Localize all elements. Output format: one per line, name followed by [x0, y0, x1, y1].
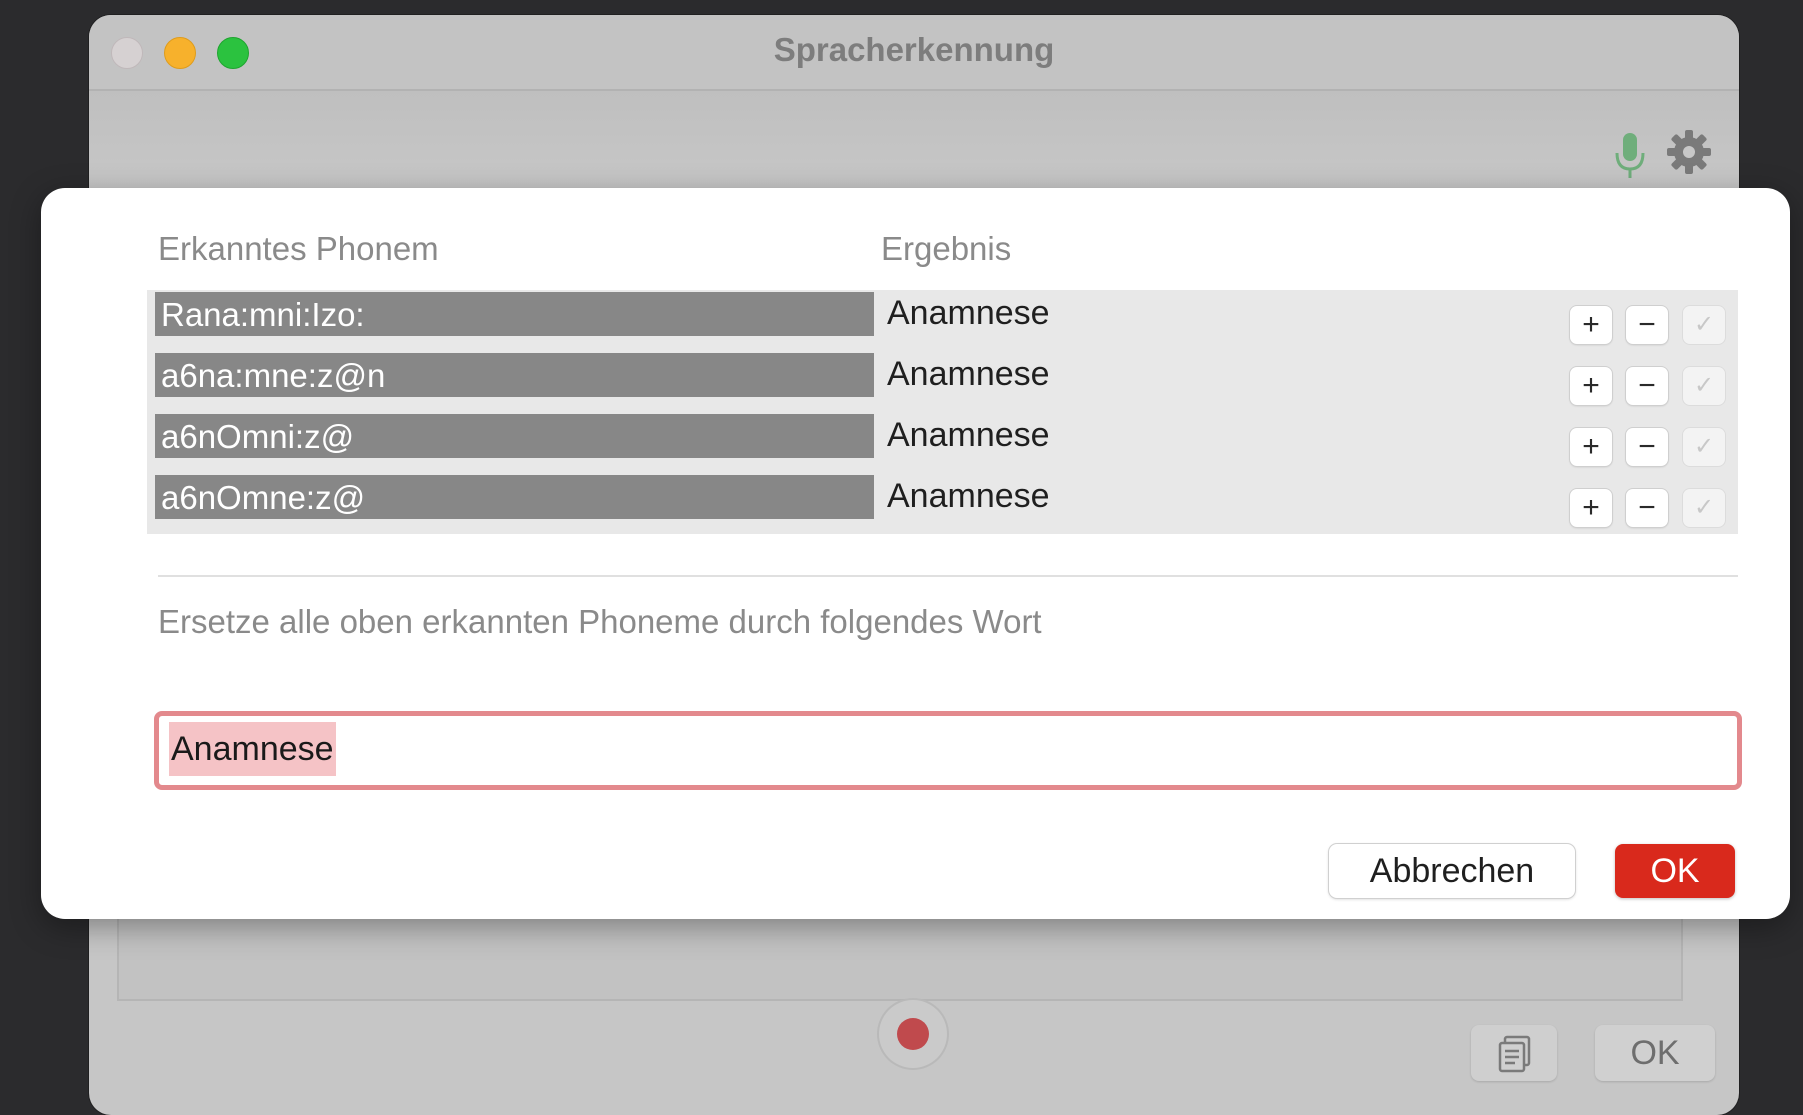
remove-row-button[interactable]: −: [1626, 489, 1668, 527]
remove-row-button[interactable]: −: [1626, 367, 1668, 405]
add-row-button[interactable]: +: [1570, 428, 1612, 466]
ok-button[interactable]: OK: [1615, 844, 1735, 898]
table-row[interactable]: a6na:mne:z@n Anamnese + − ✓: [147, 351, 1738, 412]
title-bar: Spracherkennung: [89, 15, 1739, 91]
column-header-ergebnis: Ergebnis: [881, 230, 1012, 267]
phonem-cell[interactable]: Rana:mni:Izo:: [155, 292, 874, 336]
add-row-button[interactable]: +: [1570, 306, 1612, 344]
cancel-button[interactable]: Abbrechen: [1329, 844, 1575, 898]
clipboard-icon: [1498, 1035, 1531, 1073]
add-row-button[interactable]: +: [1570, 489, 1612, 527]
replacement-word-value[interactable]: Anamnese: [169, 722, 336, 776]
phonem-cell[interactable]: a6nOmni:z@: [155, 414, 874, 458]
phonem-cell[interactable]: a6na:mne:z@n: [155, 353, 874, 397]
replacement-word-input[interactable]: Anamnese: [154, 711, 1742, 790]
confirm-row-button[interactable]: ✓: [1683, 489, 1725, 527]
remove-row-button[interactable]: −: [1626, 428, 1668, 466]
window-ok-button[interactable]: OK: [1595, 1025, 1715, 1081]
phonem-cell[interactable]: a6nOmne:z@: [155, 475, 874, 519]
table-row[interactable]: Rana:mni:Izo: Anamnese + − ✓: [147, 290, 1738, 351]
table-row[interactable]: a6nOmne:z@ Anamnese + − ✓: [147, 473, 1738, 534]
phoneme-table: Rana:mni:Izo: Anamnese + − ✓ a6na:mne:z@…: [147, 290, 1738, 534]
replace-word-label: Ersetze alle oben erkannten Phoneme durc…: [158, 603, 1042, 640]
remove-row-button[interactable]: −: [1626, 306, 1668, 344]
phoneme-correction-dialog: Erkanntes Phonem Ergebnis Rana:mni:Izo: …: [41, 188, 1790, 919]
record-button[interactable]: [879, 1000, 947, 1068]
gear-icon[interactable]: [1666, 129, 1712, 175]
ergebnis-cell: Anamnese: [887, 416, 1050, 454]
column-header-phonem: Erkanntes Phonem: [158, 230, 439, 267]
confirm-row-button[interactable]: ✓: [1683, 428, 1725, 466]
table-row[interactable]: a6nOmni:z@ Anamnese + − ✓: [147, 412, 1738, 473]
confirm-row-button[interactable]: ✓: [1683, 367, 1725, 405]
microphone-icon[interactable]: [1612, 131, 1648, 181]
confirm-row-button[interactable]: ✓: [1683, 306, 1725, 344]
divider: [158, 575, 1738, 577]
clipboard-button[interactable]: [1471, 1025, 1557, 1081]
add-row-button[interactable]: +: [1570, 367, 1612, 405]
ergebnis-cell: Anamnese: [887, 294, 1050, 332]
ergebnis-cell: Anamnese: [887, 355, 1050, 393]
toolbar: [89, 91, 1739, 201]
window-title: Spracherkennung: [773, 31, 1055, 68]
ergebnis-cell: Anamnese: [887, 477, 1050, 515]
record-icon: [897, 1018, 929, 1050]
